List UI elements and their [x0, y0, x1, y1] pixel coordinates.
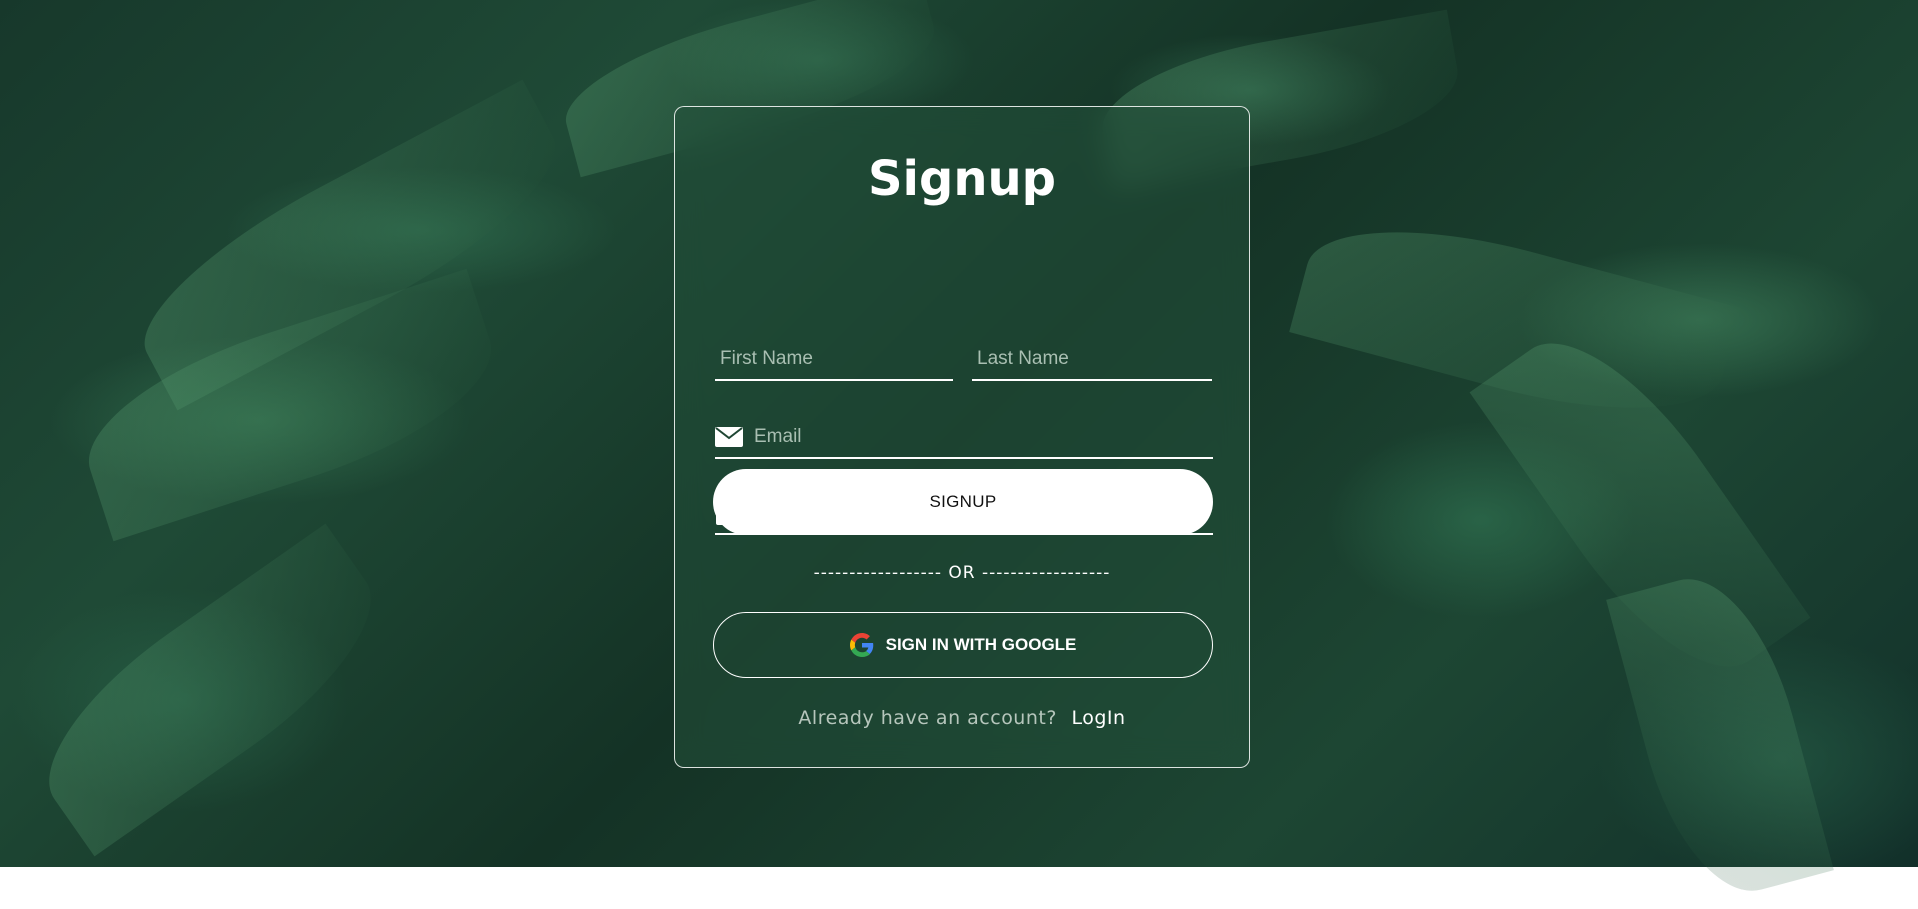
google-signin-button[interactable]: SIGN IN WITH GOOGLE	[713, 612, 1213, 678]
login-prompt-text: Already have an account?	[798, 707, 1057, 729]
last-name-input[interactable]	[972, 342, 1212, 376]
envelope-icon	[715, 427, 749, 447]
google-signin-label: SIGN IN WITH GOOGLE	[885, 635, 1077, 654]
login-link[interactable]: LogIn	[1071, 707, 1125, 729]
email-field-wrapper	[715, 417, 1213, 459]
background-leaf	[14, 523, 406, 857]
login-prompt: Already have an account? LogIn	[675, 707, 1249, 729]
email-input[interactable]	[749, 420, 1213, 454]
signup-button[interactable]: SIGNUP	[713, 469, 1213, 535]
or-divider: ------------------ OR ------------------	[813, 563, 1111, 583]
google-logo-icon	[849, 633, 874, 657]
last-name-field-wrapper	[972, 339, 1212, 381]
first-name-field-wrapper	[715, 339, 953, 381]
signup-card: Signup SIGNUP ------------------ OR ----…	[674, 106, 1250, 768]
page-title: Signup	[867, 151, 1057, 207]
first-name-input[interactable]	[715, 342, 953, 376]
